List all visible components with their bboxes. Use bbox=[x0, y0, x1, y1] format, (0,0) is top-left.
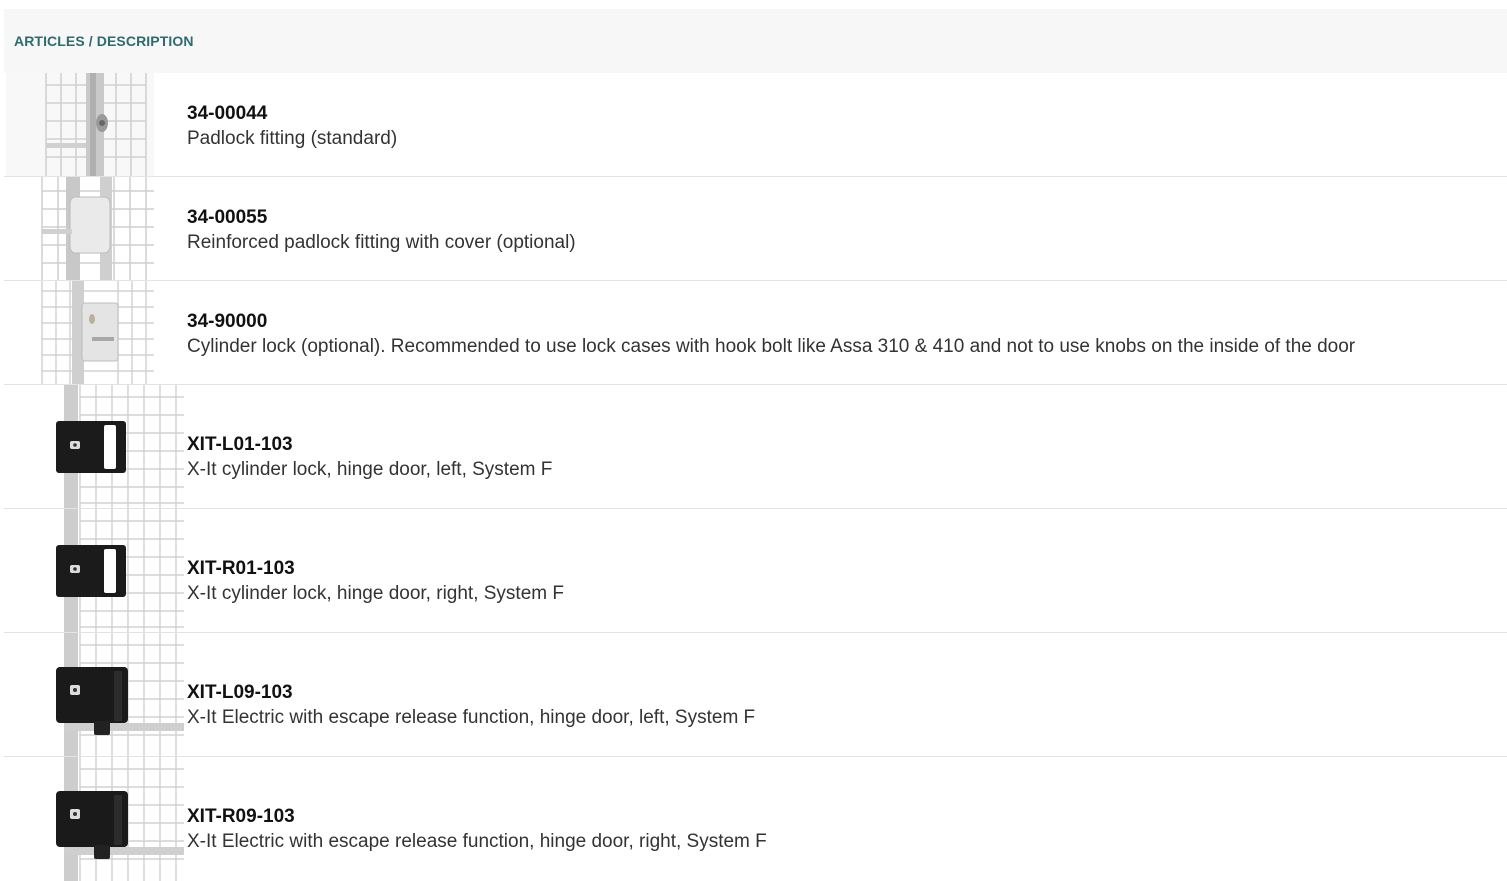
article-text: 34-90000 Cylinder lock (optional). Recom… bbox=[187, 310, 1355, 360]
article-text: XIT-L01-103 X-It cylinder lock, hinge do… bbox=[187, 433, 552, 483]
padlock-cover-icon bbox=[6, 177, 154, 280]
article-text: XIT-R09-103 X-It Electric with escape re… bbox=[187, 805, 767, 855]
table-row[interactable]: 34-90000 Cylinder lock (optional). Recom… bbox=[4, 281, 1507, 385]
article-text: 34-00044 Padlock fitting (standard) bbox=[187, 102, 397, 152]
table-row[interactable]: 34-00044 Padlock fitting (standard) bbox=[4, 73, 1507, 177]
article-code: XIT-R09-103 bbox=[187, 806, 295, 827]
article-description: X-It cylinder lock, hinge door, left, Sy… bbox=[187, 458, 553, 480]
xit-lock-icon bbox=[4, 509, 184, 632]
table-row[interactable]: XIT-R09-103 X-It Electric with escape re… bbox=[4, 757, 1507, 881]
article-description: X-It Electric with escape release functi… bbox=[187, 706, 756, 728]
cylinder-lock-icon bbox=[6, 281, 154, 384]
article-description: Reinforced padlock fitting with cover (o… bbox=[187, 231, 576, 253]
article-code: 34-00055 bbox=[187, 206, 268, 228]
article-text: 34-00055 Reinforced padlock fitting with… bbox=[187, 206, 576, 256]
table-header: ARTICLES / DESCRIPTION bbox=[4, 9, 1507, 73]
article-code: XIT-L01-103 bbox=[187, 433, 293, 455]
xit-lock-icon bbox=[4, 385, 184, 508]
article-code: XIT-R01-103 bbox=[187, 557, 295, 579]
article-text: XIT-L09-103 X-It Electric with escape re… bbox=[187, 681, 755, 731]
articles-table: ARTICLES / DESCRIPTION 34-00044 Padlock … bbox=[4, 9, 1507, 881]
article-description: Cylinder lock (optional). Recommended to… bbox=[187, 335, 1356, 357]
article-text: XIT-R01-103 X-It cylinder lock, hinge do… bbox=[187, 557, 564, 607]
article-description: Padlock fitting (standard) bbox=[187, 127, 398, 149]
article-code: XIT-L09-103 bbox=[187, 681, 293, 703]
article-description: X-It Electric with escape release functi… bbox=[187, 831, 767, 852]
article-code: 34-00044 bbox=[187, 102, 268, 124]
xit-electric-icon bbox=[4, 757, 184, 881]
table-row[interactable]: XIT-L09-103 X-It Electric with escape re… bbox=[4, 633, 1507, 757]
table-row[interactable]: XIT-R01-103 X-It cylinder lock, hinge do… bbox=[4, 509, 1507, 633]
header-title: ARTICLES / DESCRIPTION bbox=[14, 33, 194, 49]
xit-electric-icon bbox=[4, 633, 184, 756]
article-description: X-It cylinder lock, hinge door, right, S… bbox=[187, 582, 564, 604]
table-row[interactable]: XIT-L01-103 X-It cylinder lock, hinge do… bbox=[4, 385, 1507, 509]
article-code: 34-90000 bbox=[187, 310, 268, 332]
table-row[interactable]: 34-00055 Reinforced padlock fitting with… bbox=[4, 177, 1507, 281]
padlock-fitting-icon bbox=[6, 73, 154, 176]
